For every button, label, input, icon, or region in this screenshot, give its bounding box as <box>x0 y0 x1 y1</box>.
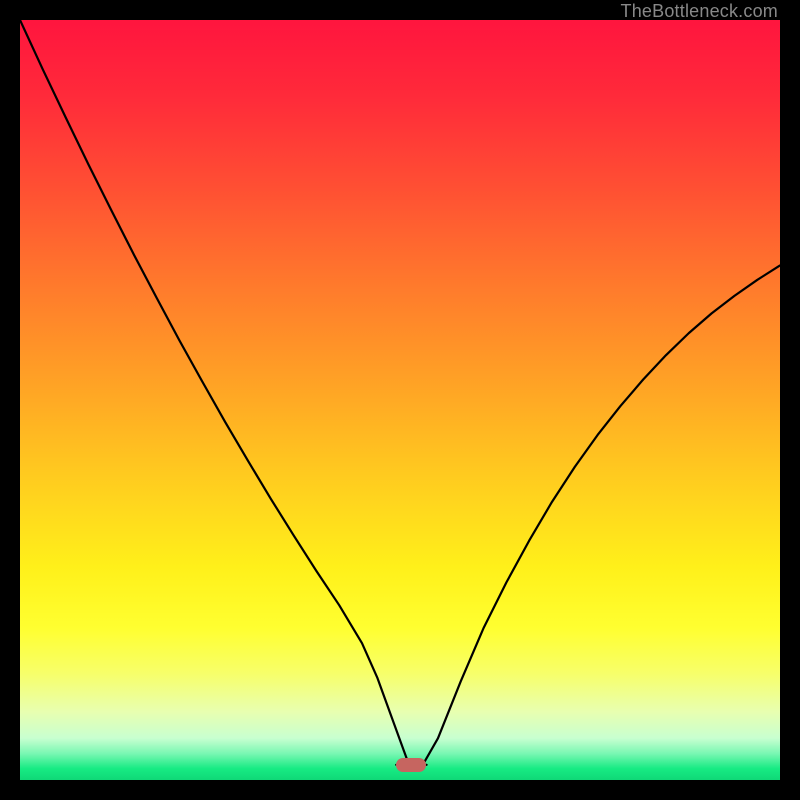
optimal-marker <box>396 758 426 772</box>
bottleneck-curve <box>20 20 780 780</box>
chart-frame: TheBottleneck.com <box>0 0 800 800</box>
watermark-text: TheBottleneck.com <box>621 1 778 22</box>
plot-area <box>20 20 780 780</box>
